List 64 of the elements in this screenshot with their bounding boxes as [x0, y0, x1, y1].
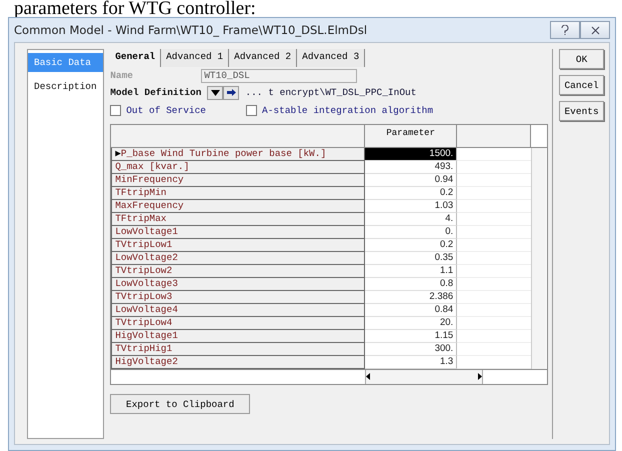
parameter-name: MinFrequency: [111, 174, 366, 187]
parameter-name: ▶P_base Wind Turbine power base [kW.]: [111, 148, 366, 161]
jump-button[interactable]: [223, 86, 240, 100]
dropdown-button[interactable]: [207, 86, 224, 100]
parameter-value[interactable]: 2.386: [365, 291, 458, 304]
parameter-value[interactable]: 0.: [365, 226, 458, 239]
right-arrow-icon: [477, 370, 482, 383]
name-label: Name: [110, 70, 134, 81]
parameter-value[interactable]: 20.: [365, 317, 458, 330]
parameter-value[interactable]: 1500.: [365, 148, 458, 161]
checkbox[interactable]: [246, 104, 258, 116]
parameter-name: LowVoltage1: [111, 226, 366, 239]
arrow-icon: [226, 89, 236, 96]
parameter-name: TVtripLow4: [111, 317, 366, 330]
caret-icon: [210, 90, 220, 96]
parameter-value[interactable]: 0.8: [365, 278, 458, 291]
tab[interactable]: Advanced 1: [161, 49, 230, 67]
checkbox[interactable]: [110, 104, 122, 116]
vertical-scrollbar[interactable]: [531, 148, 546, 369]
parameter-value[interactable]: 0.35: [365, 252, 458, 265]
sidebar-item[interactable]: Description: [28, 77, 104, 96]
export-button[interactable]: Export to Clipboard: [110, 394, 250, 414]
parameter-name: HigVoltage1: [111, 330, 366, 343]
left-arrow-icon: [366, 370, 372, 383]
parameter-value[interactable]: 1.3: [365, 356, 458, 369]
parameter-value[interactable]: 0.94: [365, 174, 458, 187]
parameter-name: TFtripMin: [111, 187, 366, 200]
parameter-value[interactable]: 0.84: [365, 304, 458, 317]
dialog-button[interactable]: Events: [559, 101, 604, 121]
dialog-button[interactable]: Cancel: [559, 75, 604, 95]
caption-text: parameters for WTG controller:: [13, 0, 257, 17]
parameter-value[interactable]: 4.: [365, 213, 458, 226]
parameter-value[interactable]: 1.03: [365, 200, 458, 213]
parameter-value[interactable]: 0.2: [365, 187, 458, 200]
parameter-name: MaxFrequency: [111, 200, 366, 213]
parameter-value[interactable]: 300.: [365, 343, 458, 356]
parameter-name: Q_max [kvar.]: [111, 161, 366, 174]
parameter-name: LowVoltage4: [111, 304, 366, 317]
parameter-value[interactable]: 493.: [365, 161, 458, 174]
parameter-name: LowVoltage2: [111, 252, 366, 265]
parameter-name: TVtripLow3: [111, 291, 366, 304]
parameter-value[interactable]: 0.2: [365, 239, 458, 252]
help-icon: [561, 25, 569, 35]
horizontal-scrollbar[interactable]: [365, 370, 484, 384]
parameter-value[interactable]: 1.1: [365, 265, 458, 278]
parameter-value[interactable]: 1.15: [365, 330, 458, 343]
help-button[interactable]: [550, 21, 580, 39]
dialog-button[interactable]: OK: [559, 49, 604, 69]
tab[interactable]: Advanced 3: [297, 49, 366, 67]
close-button[interactable]: [580, 21, 610, 39]
parameter-name: TFtripMax: [111, 213, 366, 226]
close-icon: [590, 26, 600, 34]
parameter-name: TVtripLow1: [111, 239, 366, 252]
parameter-name: LowVoltage3: [111, 278, 366, 291]
column-header: Parameter: [365, 125, 458, 147]
model-definition-label: Model Definition: [110, 87, 202, 98]
model-path: ... t encrypt\WT_DSL_PPC_InOut: [245, 87, 416, 98]
checkbox-label: A-stable integration algorithm: [262, 104, 434, 116]
parameter-name: TVtripHig1: [111, 343, 366, 356]
parameter-name: TVtripLow2: [111, 265, 366, 278]
window-title: Common Model - Wind Farm\WT10_ Frame\WT10_DSL.ElmDsl: [14, 23, 368, 37]
checkbox-label: Out of Service: [126, 104, 206, 116]
parameter-name: HigVoltage2: [111, 356, 366, 369]
tab[interactable]: Advanced 2: [229, 49, 298, 67]
